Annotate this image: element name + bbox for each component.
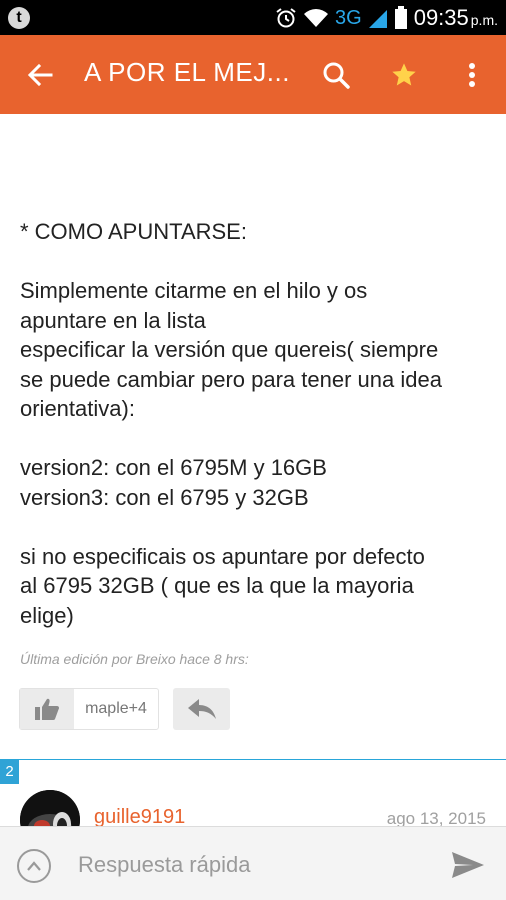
expand-reply-button[interactable] [17, 849, 51, 883]
post-line: Simplemente citarme en el hilo y os [20, 278, 368, 303]
likers-list[interactable]: maple+4 [74, 689, 158, 729]
chevron-up-icon [27, 861, 41, 871]
thread-content[interactable]: * COMO APUNTARSE: Simplemente citarme en… [0, 114, 506, 826]
post-line: especificar la versión que quereis( siem… [20, 337, 439, 362]
post-username[interactable]: guille9191 [94, 806, 185, 826]
post-line: apuntare en la lista [20, 307, 206, 333]
post-number-badge: 2 [0, 760, 19, 784]
status-icons: 3G 09:35 p.m. [275, 0, 498, 35]
quick-reply-bar [0, 826, 506, 900]
like-button[interactable] [20, 689, 74, 729]
status-bar: t 3G 09:35 p.m. [0, 0, 506, 35]
send-button[interactable] [448, 847, 488, 883]
reply-button[interactable] [173, 688, 230, 730]
post-line: orientativa): [20, 396, 135, 421]
post-date: ago 13, 2015 [386, 809, 486, 826]
wifi-icon [303, 7, 329, 29]
send-icon [452, 852, 484, 878]
reply-icon [187, 699, 216, 719]
version3-line: version3: con el 6795 y 32GB [20, 484, 309, 510]
thread-title: A POR EL MEJ... [84, 57, 290, 87]
avatar[interactable] [20, 790, 80, 826]
signal-icon [368, 7, 388, 29]
battery-icon [394, 5, 408, 30]
post-divider [0, 759, 506, 760]
clock: 09:35 p.m. [413, 4, 498, 30]
alarm-icon [275, 7, 297, 29]
more-options-icon[interactable] [452, 55, 492, 95]
star-icon[interactable] [384, 55, 424, 95]
post-body: * COMO APUNTARSE: Simplemente citarme en… [20, 217, 490, 630]
post-line: se puede cambiar pero para tener una ide… [20, 366, 442, 392]
edited-note: Última edición por Breixo hace 8 hrs: [20, 651, 249, 667]
quick-reply-input[interactable] [78, 847, 428, 883]
like-box: maple+4 [19, 688, 159, 730]
search-icon[interactable] [316, 55, 356, 95]
version2-line: version2: con el 6795M y 16GB [20, 455, 327, 480]
post-line: elige) [20, 602, 74, 628]
back-arrow-icon[interactable] [22, 57, 58, 93]
post-heading: * COMO APUNTARSE: [20, 219, 247, 244]
thumbs-up-icon [35, 698, 59, 720]
post-line: si no especificais os apuntare por defec… [20, 543, 425, 569]
mobile-data-icon: 3G [335, 6, 362, 29]
app-notification-icon: t [8, 7, 30, 29]
app-bar: A POR EL MEJ... [0, 35, 506, 114]
post-line: al 6795 32GB ( que es la que la mayoria [20, 573, 414, 598]
